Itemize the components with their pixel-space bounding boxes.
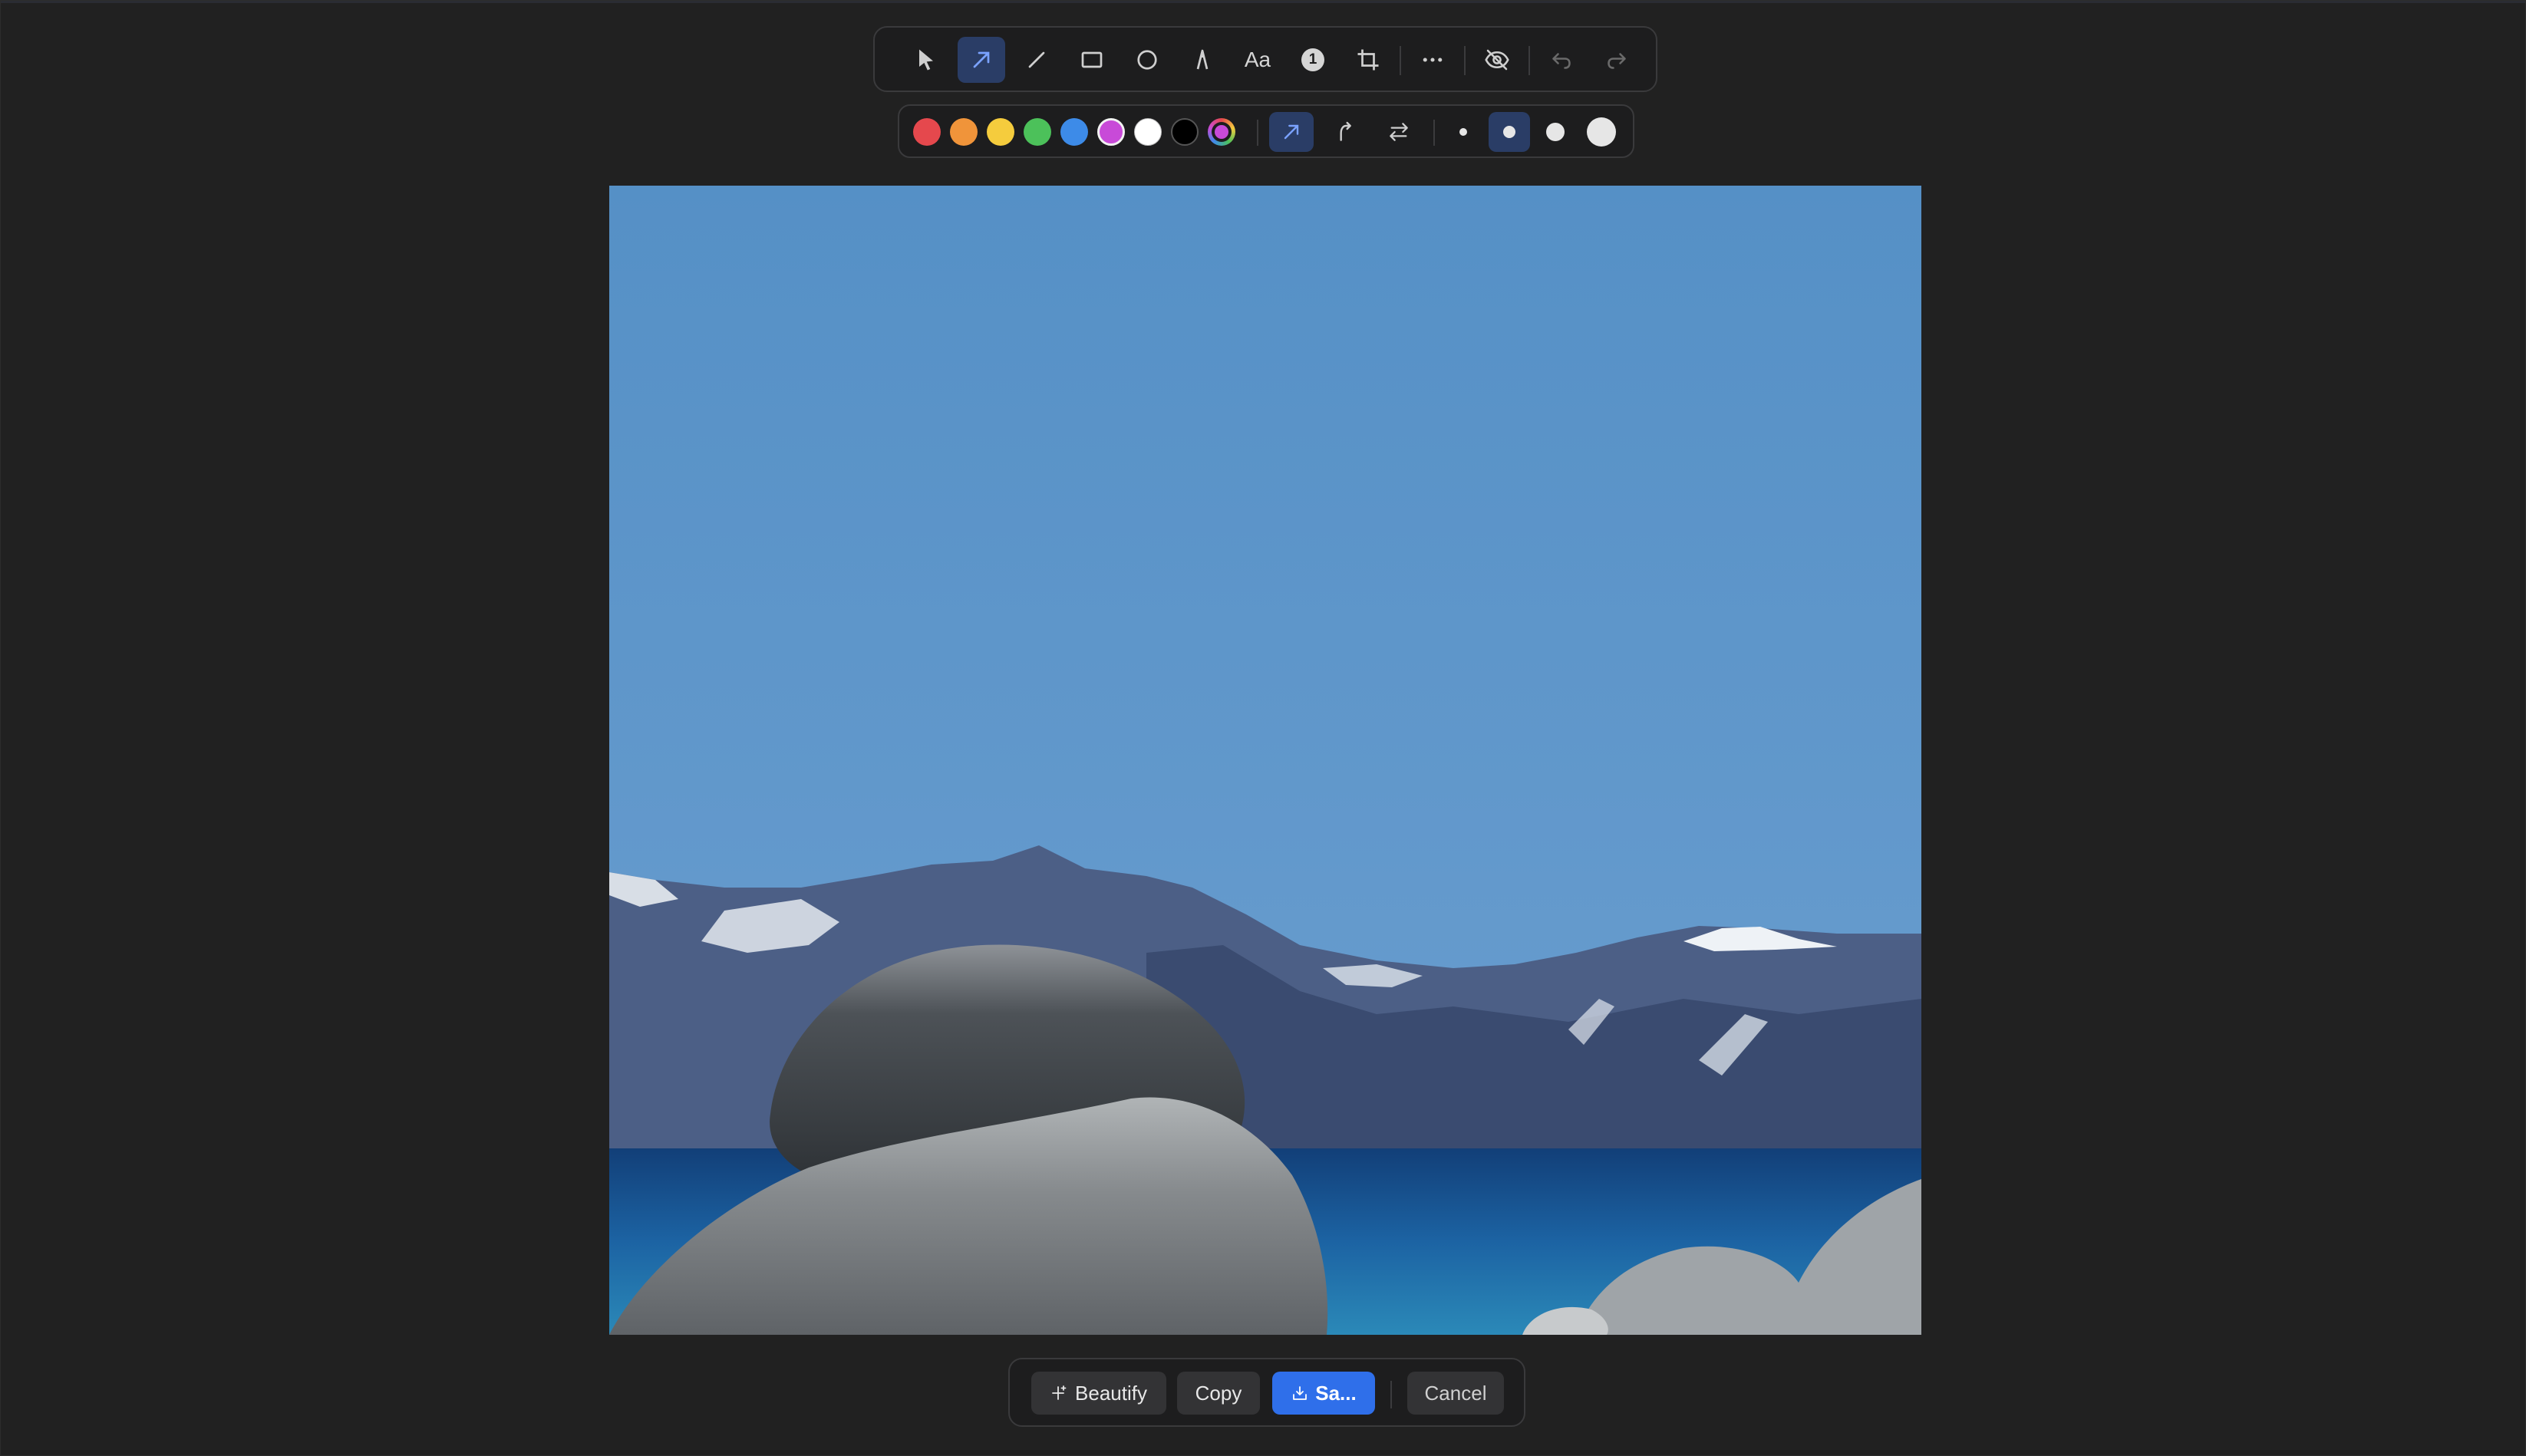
color-swatch-purple[interactable] <box>1097 118 1125 146</box>
action-divider <box>1390 1381 1392 1408</box>
counter-icon-label: 1 <box>1308 51 1317 68</box>
undo-icon <box>1552 53 1571 69</box>
window-top-edge <box>0 0 2526 3</box>
redo-icon <box>1608 53 1626 69</box>
text-icon: Aa <box>1244 48 1271 71</box>
color-swatch-white[interactable] <box>1134 118 1162 146</box>
redo-button[interactable] <box>1593 37 1641 83</box>
select-tool-button[interactable] <box>902 37 950 83</box>
stroke-size-medium[interactable] <box>1489 112 1530 152</box>
color-swatch-yellow[interactable] <box>987 118 1014 146</box>
cancel-button[interactable]: Cancel <box>1407 1372 1504 1415</box>
custom-color-fill <box>1215 125 1228 139</box>
copy-button[interactable]: Copy <box>1177 1372 1260 1415</box>
arrow-style-curved[interactable] <box>1323 112 1367 152</box>
stroke-size-small[interactable] <box>1443 112 1484 152</box>
size-dot <box>1503 126 1515 138</box>
stroke-size-large[interactable] <box>1535 112 1576 152</box>
pointer-icon <box>919 49 933 71</box>
cancel-label: Cancel <box>1424 1381 1487 1405</box>
undo-button[interactable] <box>1538 37 1585 83</box>
color-swatch-red[interactable] <box>913 118 941 146</box>
beautify-button[interactable]: Beautify <box>1031 1372 1166 1415</box>
ellipse-tool-button[interactable] <box>1123 37 1171 83</box>
arrow-tool-button[interactable] <box>958 37 1005 83</box>
rectangle-icon <box>1081 51 1103 68</box>
curved-arrow-icon <box>1340 121 1351 141</box>
line-icon <box>1028 51 1045 68</box>
size-dot <box>1587 117 1616 147</box>
double-arrow-icon <box>1390 123 1408 141</box>
toolbar-divider <box>1528 46 1530 75</box>
copy-label: Copy <box>1195 1381 1242 1405</box>
stroke-size-xlarge[interactable] <box>1581 112 1622 152</box>
crop-icon <box>1357 49 1379 71</box>
toolbar-divider <box>1464 46 1466 75</box>
color-swatch-orange[interactable] <box>950 118 978 146</box>
style-toolbar <box>898 104 1634 158</box>
style-divider <box>1433 120 1435 146</box>
blur-tool-button[interactable] <box>1473 37 1521 83</box>
pen-tool-button[interactable] <box>1179 37 1226 83</box>
toolbar-divider <box>1400 46 1401 75</box>
straight-arrow-icon <box>1284 124 1299 140</box>
beautify-label: Beautify <box>1075 1381 1147 1405</box>
ellipse-icon <box>1137 50 1157 70</box>
size-dot <box>1546 123 1565 141</box>
arrow-style-straight[interactable] <box>1269 112 1314 152</box>
crop-tool-button[interactable] <box>1344 37 1392 83</box>
annotation-toolbar: Aa 1 <box>873 26 1657 92</box>
size-dot <box>1459 128 1467 136</box>
arrow-icon <box>973 51 990 68</box>
text-tool-button[interactable]: Aa <box>1234 37 1281 83</box>
more-tools-button[interactable] <box>1409 37 1456 83</box>
color-swatch-green[interactable] <box>1024 118 1051 146</box>
color-swatch-blue[interactable] <box>1060 118 1088 146</box>
custom-color-button[interactable] <box>1208 118 1235 146</box>
line-tool-button[interactable] <box>1013 37 1060 83</box>
sparkle-icon <box>1052 1385 1067 1400</box>
image-canvas[interactable] <box>609 186 1921 1335</box>
save-button[interactable]: Sa... <box>1272 1372 1375 1415</box>
color-swatch-black[interactable] <box>1171 118 1199 146</box>
style-divider <box>1257 120 1258 146</box>
pen-icon <box>1196 49 1209 70</box>
counter-icon: 1 <box>1301 48 1324 71</box>
arrow-style-double[interactable] <box>1377 112 1421 152</box>
landscape-photo <box>609 186 1921 1335</box>
counter-tool-button[interactable]: 1 <box>1289 37 1337 83</box>
save-icon <box>1293 1386 1308 1400</box>
eye-off-icon <box>1485 49 1509 71</box>
rectangle-tool-button[interactable] <box>1068 37 1116 83</box>
more-icon <box>1423 58 1443 62</box>
action-bar: Beautify Copy Sa... Cancel <box>1008 1358 1525 1427</box>
save-label: Sa... <box>1315 1381 1357 1405</box>
